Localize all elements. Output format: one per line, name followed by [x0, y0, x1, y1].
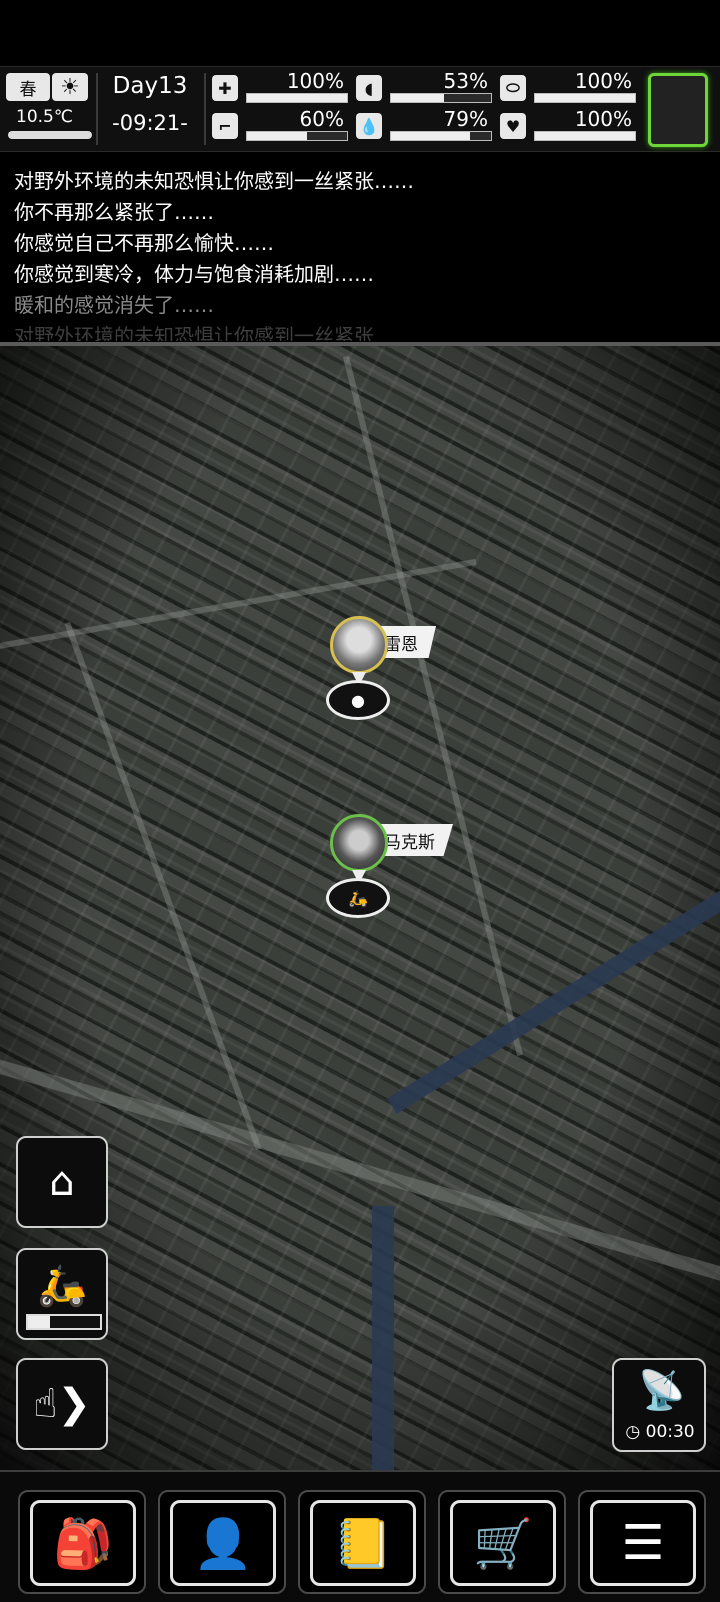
character-marker[interactable]: 马克斯 🛵	[326, 814, 460, 918]
season-badge: 春	[6, 73, 50, 101]
thirst-bar	[390, 131, 492, 141]
hunger-value: 53%	[443, 69, 488, 93]
status-bar: 春 ☀ 10.5℃ Day13 -09:21- ✚ 100% ◖ 53% ⬭ 1…	[0, 66, 720, 152]
log-line: 对野外环境的未知恐惧让你感到一丝紧张……	[14, 169, 414, 193]
heart-icon: ♥	[500, 113, 526, 139]
pill-icon: ⬭	[500, 75, 526, 101]
boot-icon: ⌐	[212, 113, 238, 139]
divider	[204, 73, 206, 145]
character-marker[interactable]: 雷恩 ●	[326, 616, 450, 720]
radar-timer-text: 00:30	[645, 1422, 695, 1442]
railway	[0, 1047, 720, 1299]
spirit-value: 100%	[574, 107, 632, 131]
scooter-fuel-bar	[26, 1314, 102, 1330]
health-bar	[246, 93, 348, 103]
day-counter: Day13	[112, 73, 188, 99]
stomach-icon: ◖	[356, 75, 382, 101]
shopping-cart-icon: 🛒	[450, 1500, 556, 1586]
message-log[interactable]: 对野外环境的未知恐惧让你感到一丝紧张…… 你不再那么紧张了…… 你感觉自己不再那…	[0, 155, 720, 341]
scooter-button[interactable]: 🛵	[16, 1248, 108, 1340]
notebook-icon: 📒	[310, 1500, 416, 1586]
scooter-icon: 🛵	[37, 1262, 87, 1309]
stamina-value: 60%	[299, 107, 344, 131]
temperature: 10.5℃	[16, 107, 73, 127]
backpack-button[interactable]: 🎒	[18, 1490, 146, 1594]
hunger-bar	[390, 93, 492, 103]
backpack-icon: 🎒	[30, 1500, 136, 1586]
equipment-slot[interactable]	[648, 73, 708, 147]
sun-icon: ☀	[52, 73, 88, 101]
satellite-dish-icon: 📡	[638, 1368, 686, 1412]
road	[64, 621, 262, 1151]
canal	[372, 1206, 394, 1470]
brain-icon: 👤	[170, 1500, 276, 1586]
journal-button[interactable]: 📒	[298, 1490, 426, 1594]
medkit-icon: ✚	[212, 75, 238, 101]
clock-icon: ◷	[625, 1422, 641, 1442]
scooter-icon: 🛵	[326, 878, 390, 918]
spirit-bar	[534, 131, 636, 141]
character-portrait[interactable]	[330, 814, 388, 872]
menu-button[interactable]: ☰	[578, 1490, 706, 1594]
mood-value: 100%	[574, 69, 632, 93]
temperature-gauge	[8, 131, 92, 139]
log-line: 暖和的感觉消失了……	[14, 293, 214, 317]
radar-button[interactable]: 📡 ◷ 00:30	[612, 1358, 706, 1452]
radar-timer: ◷ 00:30	[622, 1422, 698, 1442]
health-value: 100%	[286, 69, 344, 93]
shop-button[interactable]: 🛒	[438, 1490, 566, 1594]
pin-icon: ●	[326, 680, 390, 720]
log-line: 你不再那么紧张了……	[14, 200, 214, 224]
stamina-bar	[246, 131, 348, 141]
bottom-nav: 🎒 👤 📒 🛒 ☰	[0, 1470, 720, 1602]
log-line: 你感觉到寒冷，体力与饱食消耗加剧……	[14, 262, 374, 286]
character-portrait[interactable]	[330, 616, 388, 674]
menu-list-icon: ☰	[590, 1500, 696, 1586]
mood-bar	[534, 93, 636, 103]
tap-hand-icon: ☝❯	[33, 1381, 91, 1427]
world-map[interactable]: 雷恩 ● 马克斯 🛵	[0, 346, 720, 1470]
log-line: 你感觉自己不再那么愉快……	[14, 231, 274, 255]
game-clock: -09:21-	[112, 111, 188, 135]
thirst-value: 79%	[443, 107, 488, 131]
home-button[interactable]: ⌂	[16, 1136, 108, 1228]
interact-button[interactable]: ☝❯	[16, 1358, 108, 1450]
home-pin-icon: ⌂	[49, 1159, 75, 1205]
divider	[96, 73, 98, 145]
water-drop-icon: 💧	[356, 113, 382, 139]
skills-button[interactable]: 👤	[158, 1490, 286, 1594]
log-line: 对野外环境的未知恐惧让你感到一丝紧张	[14, 324, 374, 341]
